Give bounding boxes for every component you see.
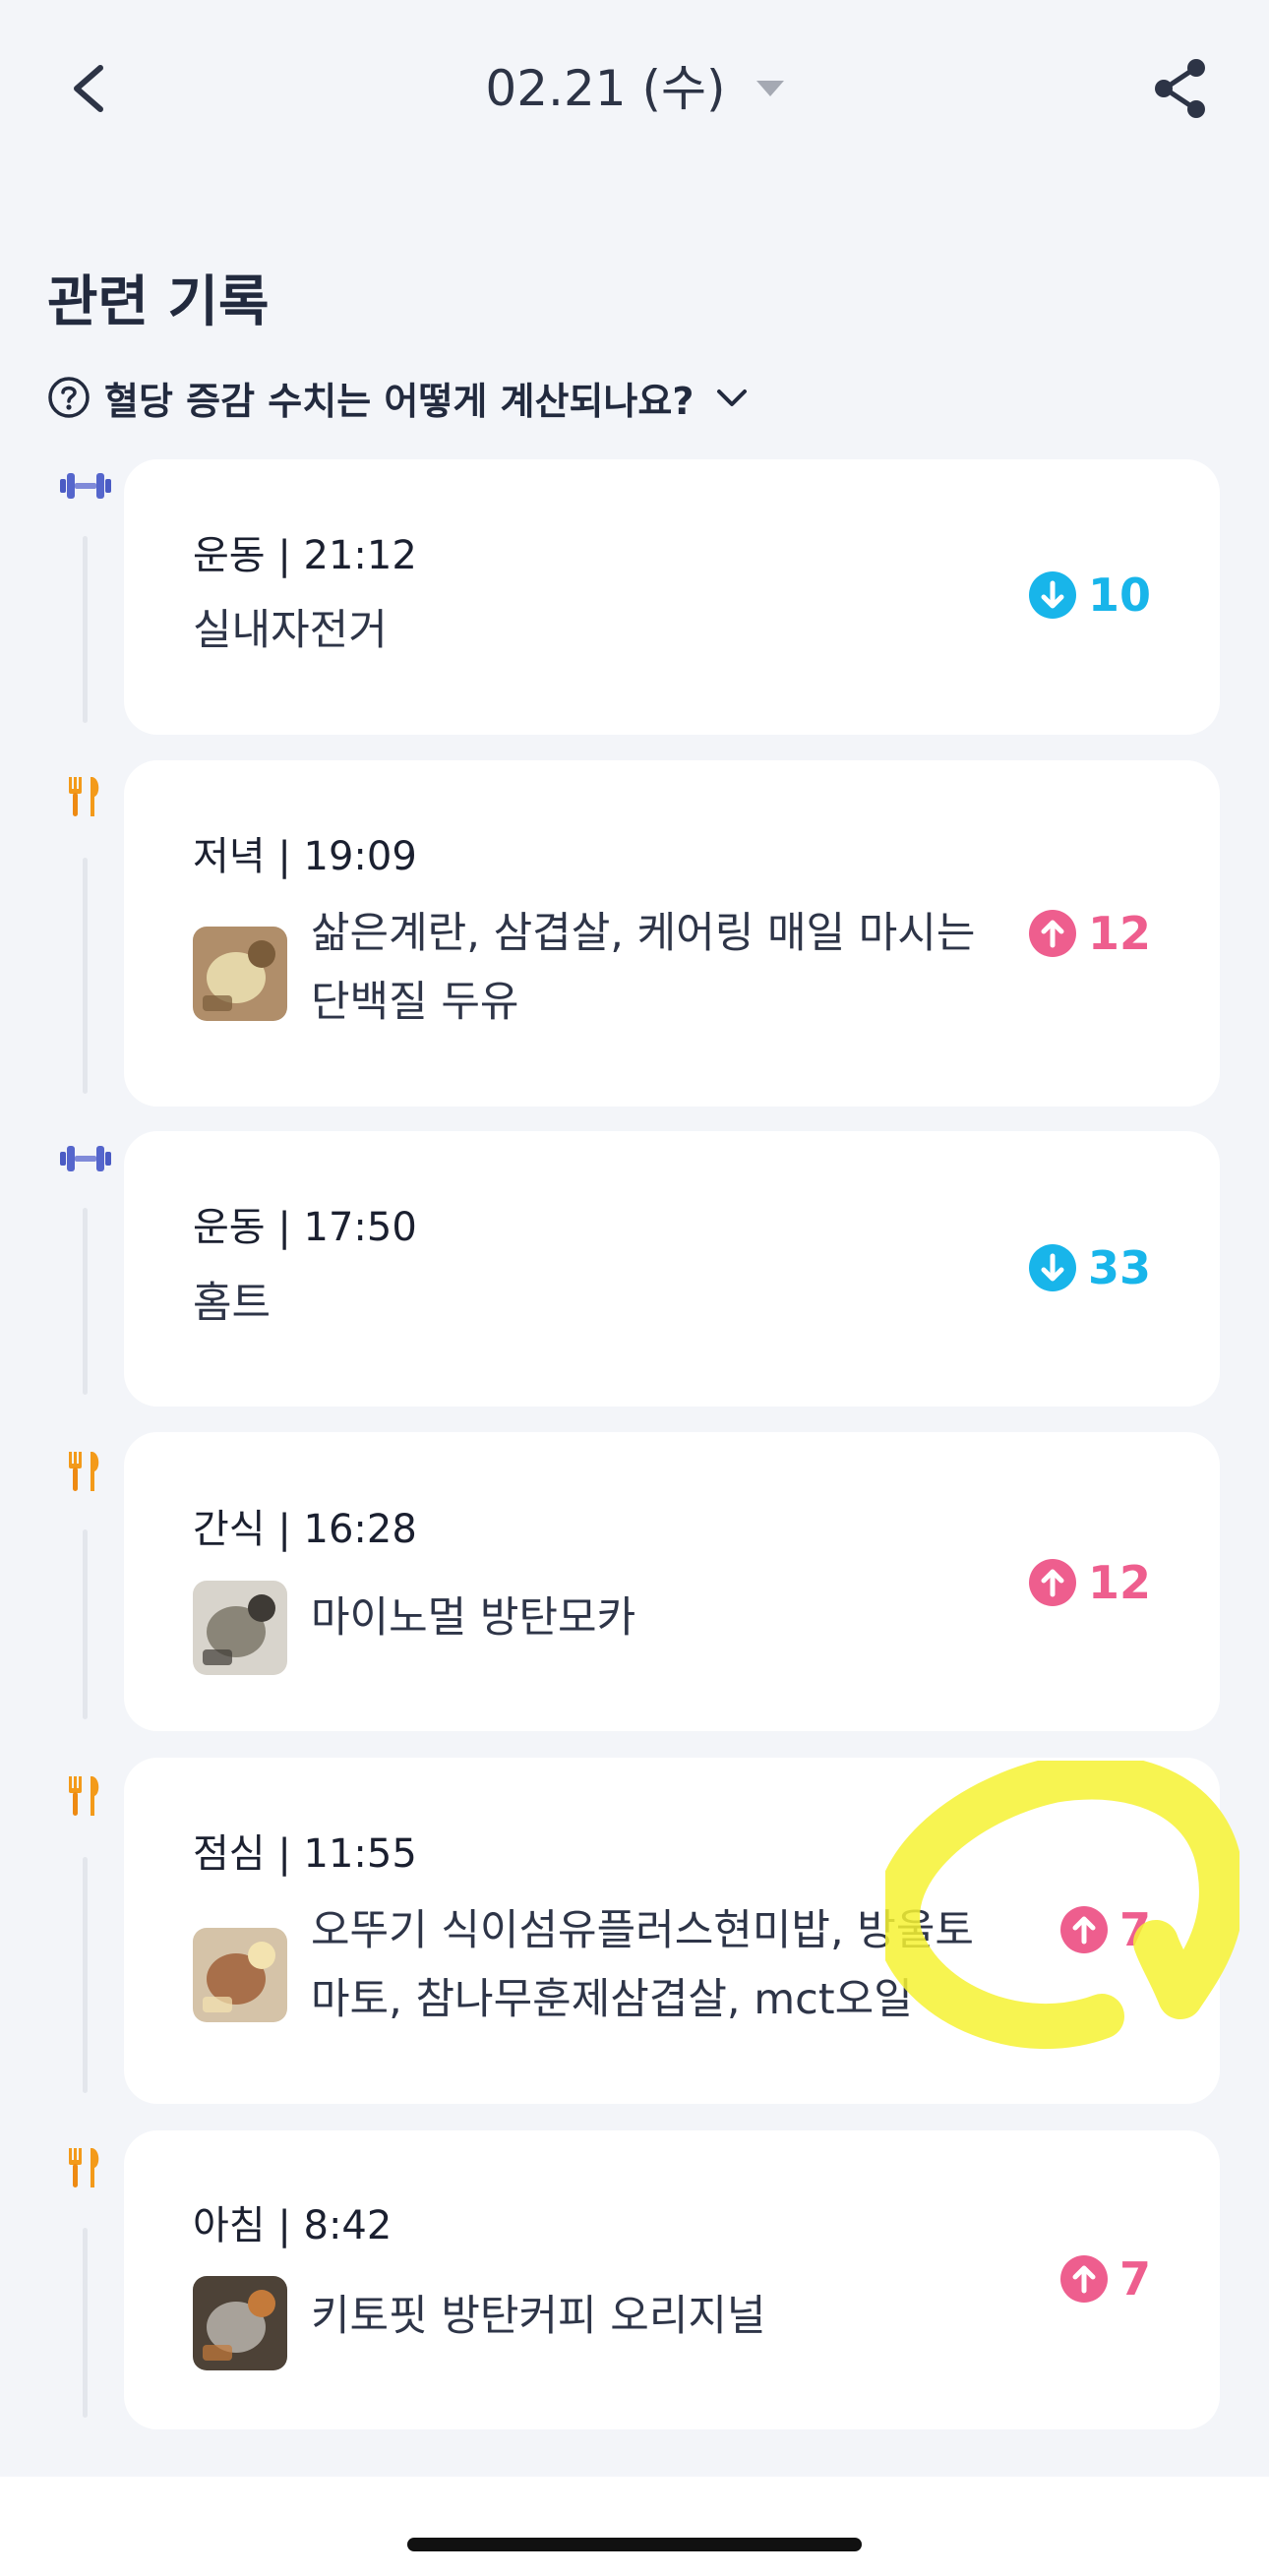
record-header: 저녁 | 19:09 xyxy=(193,834,417,879)
timeline-line xyxy=(83,1208,88,1395)
record-card[interactable]: 운동 | 21:12 실내자전거 10 xyxy=(124,459,1220,735)
bottom-safe-area xyxy=(0,2477,1269,2576)
record-header: 간식 | 16:28 xyxy=(193,1507,417,1552)
fork-knife-icon xyxy=(65,2146,104,2193)
timeline-line xyxy=(83,536,88,723)
glucose-delta-value: 33 xyxy=(1087,1241,1151,1294)
arrow-down-circle-icon xyxy=(1028,571,1076,619)
timeline-line xyxy=(83,1529,88,1719)
share-button[interactable] xyxy=(1151,57,1210,120)
arrow-down-circle-icon xyxy=(1028,1244,1076,1291)
date-selector[interactable]: 02.21 (수) xyxy=(0,54,1269,123)
record-description: 홈트 xyxy=(193,1279,272,1328)
glucose-delta-value: 10 xyxy=(1087,569,1151,622)
dumbbell-icon xyxy=(58,1143,113,1178)
arrow-up-circle-icon xyxy=(1028,1559,1076,1606)
arrow-up-circle-icon xyxy=(1028,910,1076,957)
record-header: 운동 | 17:50 xyxy=(193,1205,417,1250)
glucose-delta: 33 xyxy=(1028,1241,1151,1294)
record-card[interactable]: 아침 | 8:42 키토핏 방탄커피 오리지널 7 xyxy=(124,2130,1220,2429)
help-toggle[interactable]: 혈당 증감 수치는 어떻게 계산되나요? xyxy=(47,372,749,423)
record-header: 점심 | 11:55 xyxy=(193,1831,417,1877)
food-photo-thumbnail[interactable] xyxy=(193,1581,287,1675)
share-icon xyxy=(1155,59,1205,118)
record-description: 삶은계란, 삼겹살, 케어링 매일 마시는 단백질 두유 xyxy=(311,909,976,1027)
record-card[interactable]: 운동 | 17:50 홈트 33 xyxy=(124,1131,1220,1407)
glucose-delta: 7 xyxy=(1059,1903,1151,1956)
section-title: 관련 기록 xyxy=(47,270,270,334)
timeline-line xyxy=(83,2228,88,2418)
glucose-delta: 10 xyxy=(1028,569,1151,622)
date-title: 02.21 (수) xyxy=(485,60,726,117)
record-description: 실내자전거 xyxy=(193,606,388,655)
timeline-line xyxy=(83,858,88,1094)
record-header: 운동 | 21:12 xyxy=(193,533,417,578)
glucose-delta-value: 12 xyxy=(1087,1556,1151,1609)
glucose-delta: 7 xyxy=(1059,2252,1151,2306)
record-card[interactable]: 점심 | 11:55 오뚜기 식이섬유플러스현미밥, 방울토 마토, 참나무훈제삼… xyxy=(124,1758,1220,2104)
record-description: 키토핏 방탄커피 오리지널 xyxy=(311,2292,766,2341)
glucose-delta: 12 xyxy=(1028,907,1151,960)
record-card[interactable]: 저녁 | 19:09 삶은계란, 삼겹살, 케어링 매일 마시는 단백질 두유 12 xyxy=(124,760,1220,1107)
record-header: 아침 | 8:42 xyxy=(193,2203,393,2248)
record-description: 오뚜기 식이섬유플러스현미밥, 방울토 마토, 참나무훈제삼겹살, mct오일 xyxy=(311,1906,974,2024)
record-card[interactable]: 간식 | 16:28 마이노멀 방탄모카 12 xyxy=(124,1432,1220,1731)
glucose-delta: 12 xyxy=(1028,1556,1151,1609)
top-bar: 02.21 (수) xyxy=(0,0,1269,177)
fork-knife-icon xyxy=(65,1774,104,1822)
food-photo-thumbnail[interactable] xyxy=(193,1928,287,2022)
home-indicator[interactable] xyxy=(407,2538,862,2551)
fork-knife-icon xyxy=(65,775,104,822)
fork-knife-icon xyxy=(65,1450,104,1497)
dumbbell-icon xyxy=(58,470,113,506)
record-description: 마이노멀 방탄모카 xyxy=(311,1593,636,1643)
help-text: 혈당 증감 수치는 어떻게 계산되나요? xyxy=(104,379,695,423)
arrow-up-circle-icon xyxy=(1059,1906,1108,1953)
arrow-up-circle-icon xyxy=(1059,2255,1108,2303)
food-photo-thumbnail[interactable] xyxy=(193,2276,287,2370)
glucose-delta-value: 7 xyxy=(1118,1903,1151,1956)
timeline-line xyxy=(83,1857,88,2093)
glucose-delta-value: 7 xyxy=(1118,2252,1151,2306)
food-photo-thumbnail[interactable] xyxy=(193,927,287,1021)
question-circle-icon xyxy=(48,377,90,418)
glucose-delta-value: 12 xyxy=(1087,907,1151,960)
caret-down-icon xyxy=(755,81,784,96)
chevron-down-icon xyxy=(717,389,748,406)
